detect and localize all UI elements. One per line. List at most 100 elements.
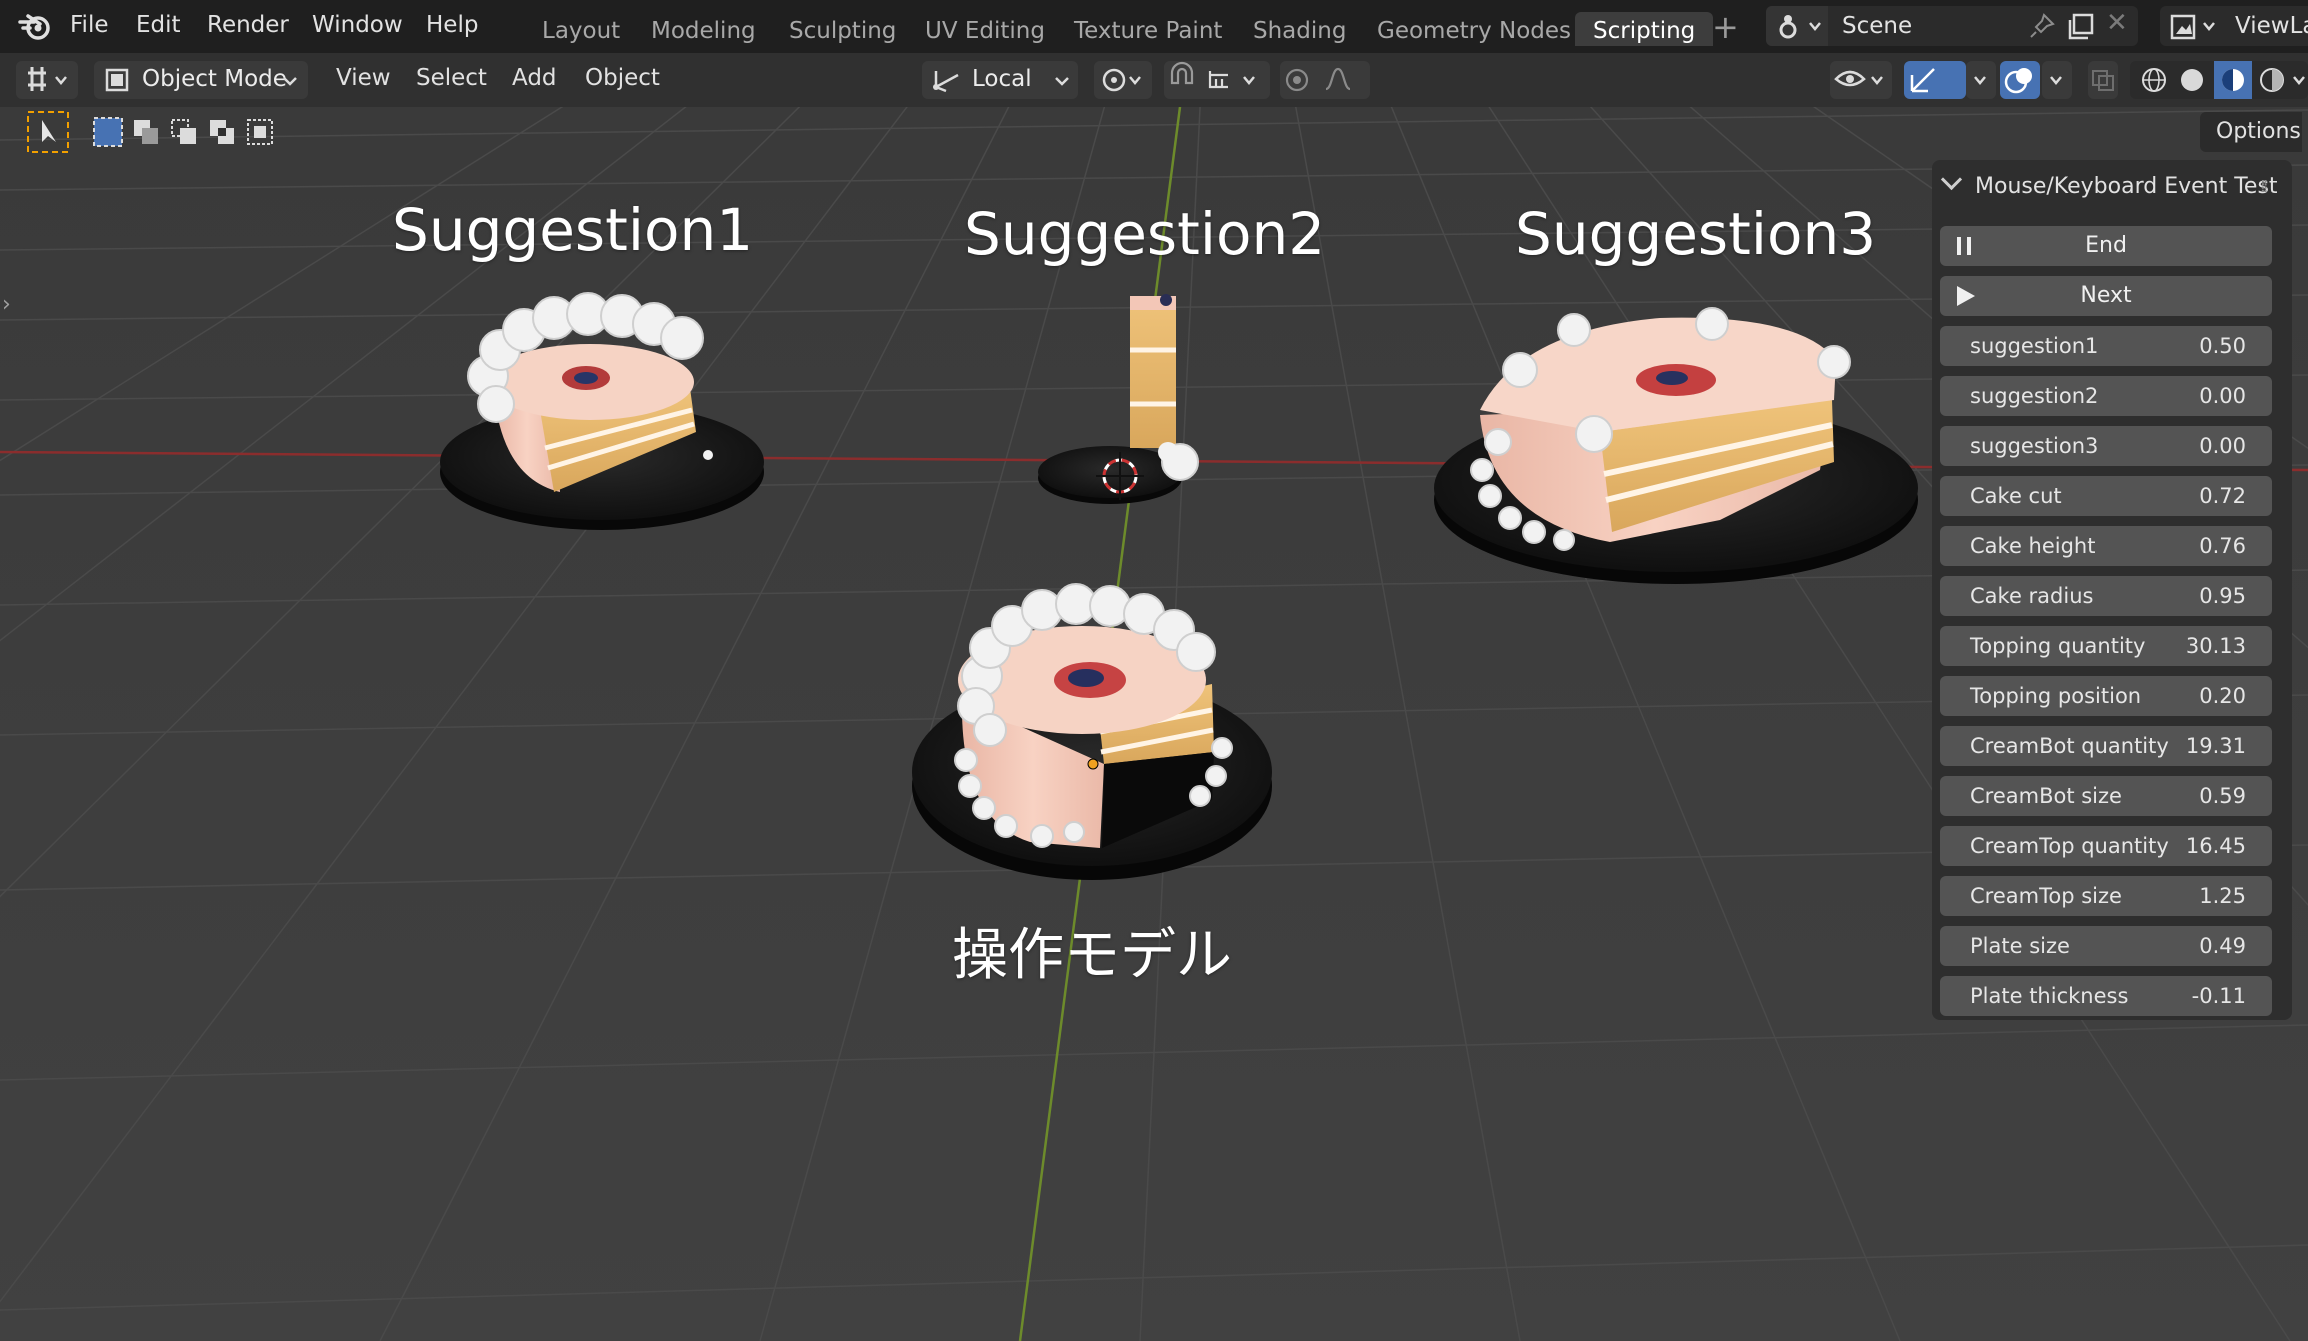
tab-modeling[interactable]: Modeling (633, 12, 774, 46)
param-value: 0.72 (2199, 484, 2246, 508)
suggestion1-label: Suggestion1 (392, 196, 754, 264)
panel-header[interactable]: Mouse/Keyboard Event Test (1940, 168, 2278, 199)
eye-icon (1834, 70, 1883, 87)
panel-title: Mouse/Keyboard Event Test (1975, 174, 2278, 199)
editor-type-button[interactable] (16, 61, 78, 99)
viewport-header: Object Mode View Select Add Object Local (0, 53, 2308, 107)
overlays-toggle[interactable] (2000, 61, 2040, 99)
param-creambot-size[interactable]: CreamBot size 0.59 (1940, 776, 2272, 816)
suggestion2-label: Suggestion2 (964, 200, 1326, 268)
blender-logo-icon[interactable] (18, 12, 52, 42)
param-value: 0.00 (2199, 384, 2246, 408)
end-label: End (2085, 233, 2127, 258)
add-workspace-icon[interactable]: + (1712, 8, 1739, 46)
top-bar: File Edit Render Window Help Layout Mode… (0, 0, 2308, 53)
transform-orientation-dropdown[interactable]: Local (922, 61, 1078, 99)
param-topping-position[interactable]: Topping position 0.20 (1940, 676, 2272, 716)
menu-file[interactable]: File (70, 12, 109, 38)
shading-group (2130, 61, 2308, 99)
param-creambot-quantity[interactable]: CreamBot quantity 19.31 (1940, 726, 2272, 766)
param-suggestion3[interactable]: suggestion3 0.00 (1940, 426, 2272, 466)
tab-geometry-nodes[interactable]: Geometry Nodes (1359, 12, 1589, 46)
view-layer-name[interactable]: ViewLa (2235, 13, 2308, 39)
chevron-down-icon (1055, 77, 1069, 86)
proportional-editing-group[interactable] (1280, 61, 1370, 99)
pivot-point-dropdown[interactable] (1094, 61, 1152, 99)
param-value: 0.20 (2199, 684, 2246, 708)
toolbar-expand-icon[interactable]: › (2, 292, 11, 317)
view-layer-icon[interactable] (2170, 14, 2222, 40)
param-plate-size[interactable]: Plate size 0.49 (1940, 926, 2272, 966)
overlays-icon (2004, 68, 2032, 94)
pin-icon[interactable] (2028, 12, 2056, 40)
xray-toggle[interactable] (2088, 61, 2118, 99)
param-value: 0.76 (2199, 534, 2246, 558)
gizmo-icon (1910, 68, 1935, 93)
snap-icon (1170, 61, 1255, 89)
tab-scripting[interactable]: Scripting (1575, 12, 1714, 46)
tab-shading[interactable]: Shading (1235, 12, 1364, 46)
param-cake-cut[interactable]: Cake cut 0.72 (1940, 476, 2272, 516)
menu-object[interactable]: Object (585, 65, 660, 91)
param-value: 0.50 (2199, 334, 2246, 358)
visibility-dropdown[interactable] (1830, 61, 1892, 99)
menu-render[interactable]: Render (207, 12, 289, 38)
menu-edit[interactable]: Edit (136, 12, 181, 38)
param-cake-height[interactable]: Cake height 0.76 (1940, 526, 2272, 566)
scene-selector[interactable]: Scene ✕ (1766, 6, 2138, 46)
overlays-dropdown[interactable] (2042, 61, 2072, 99)
chevron-down-icon (283, 77, 297, 86)
drag-handle-icon[interactable]: ⁞⁞ (2260, 176, 2269, 197)
menu-select[interactable]: Select (416, 65, 487, 91)
snapping-group[interactable] (1164, 61, 1270, 99)
scene-name[interactable]: Scene (1842, 13, 1912, 39)
object-mode-icon (105, 68, 129, 92)
param-value: 0.00 (2199, 434, 2246, 458)
param-creamtop-quantity[interactable]: CreamTop quantity 16.45 (1940, 826, 2272, 866)
param-label: Cake radius (1970, 584, 2094, 608)
orientation-label: Local (972, 66, 1032, 92)
collapse-caret-icon[interactable] (1940, 168, 1963, 191)
menu-add[interactable]: Add (512, 65, 557, 91)
mode-dropdown[interactable]: Object Mode (94, 61, 308, 99)
param-topping-quantity[interactable]: Topping quantity 30.13 (1940, 626, 2272, 666)
proportional-icon (1285, 67, 1351, 92)
param-plate-thickness[interactable]: Plate thickness -0.11 (1940, 976, 2272, 1016)
menu-window[interactable]: Window (312, 12, 403, 38)
gizmo-toggle[interactable] (1904, 61, 1966, 99)
menu-view[interactable]: View (336, 65, 391, 91)
param-label: Plate thickness (1970, 984, 2129, 1008)
end-button[interactable]: End (1940, 226, 2272, 266)
orientation-icon (933, 71, 959, 93)
main-model-label: 操作モデル (952, 923, 1232, 988)
chevron-down-icon (1974, 76, 1986, 85)
suggestion3-label: Suggestion3 (1515, 200, 1877, 268)
tab-sculpting[interactable]: Sculpting (771, 12, 914, 46)
tab-uv-editing[interactable]: UV Editing (907, 12, 1063, 46)
param-value: 0.59 (2199, 784, 2246, 808)
param-label: Topping position (1970, 684, 2142, 708)
editor-type-icon (28, 67, 67, 91)
scene-icon[interactable] (1766, 6, 1828, 46)
duplicate-icon[interactable] (2066, 12, 2096, 42)
selection-tools[interactable] (26, 110, 286, 154)
param-value: 30.13 (2185, 634, 2246, 658)
pivot-icon (1102, 68, 1141, 92)
options-button[interactable]: Options (2200, 112, 2302, 152)
param-suggestion1[interactable]: suggestion1 0.50 (1940, 326, 2272, 366)
xray-icon (2092, 70, 2114, 91)
gizmo-dropdown[interactable] (1966, 61, 1996, 99)
tab-texture-paint[interactable]: Texture Paint (1056, 12, 1240, 46)
param-label: CreamTop quantity (1970, 834, 2169, 858)
view-layer-selector[interactable]: ViewLa (2160, 6, 2308, 46)
param-cake-radius[interactable]: Cake radius 0.95 (1940, 576, 2272, 616)
menu-help[interactable]: Help (426, 12, 478, 38)
param-label: Topping quantity (1970, 634, 2146, 658)
param-creamtop-size[interactable]: CreamTop size 1.25 (1940, 876, 2272, 916)
param-label: Cake cut (1970, 484, 2062, 508)
close-icon[interactable]: ✕ (2106, 8, 2128, 38)
tab-layout[interactable]: Layout (524, 12, 638, 46)
next-button[interactable]: Next (1940, 276, 2272, 316)
shading-mode-icons[interactable] (2130, 61, 2308, 99)
param-suggestion2[interactable]: suggestion2 0.00 (1940, 376, 2272, 416)
